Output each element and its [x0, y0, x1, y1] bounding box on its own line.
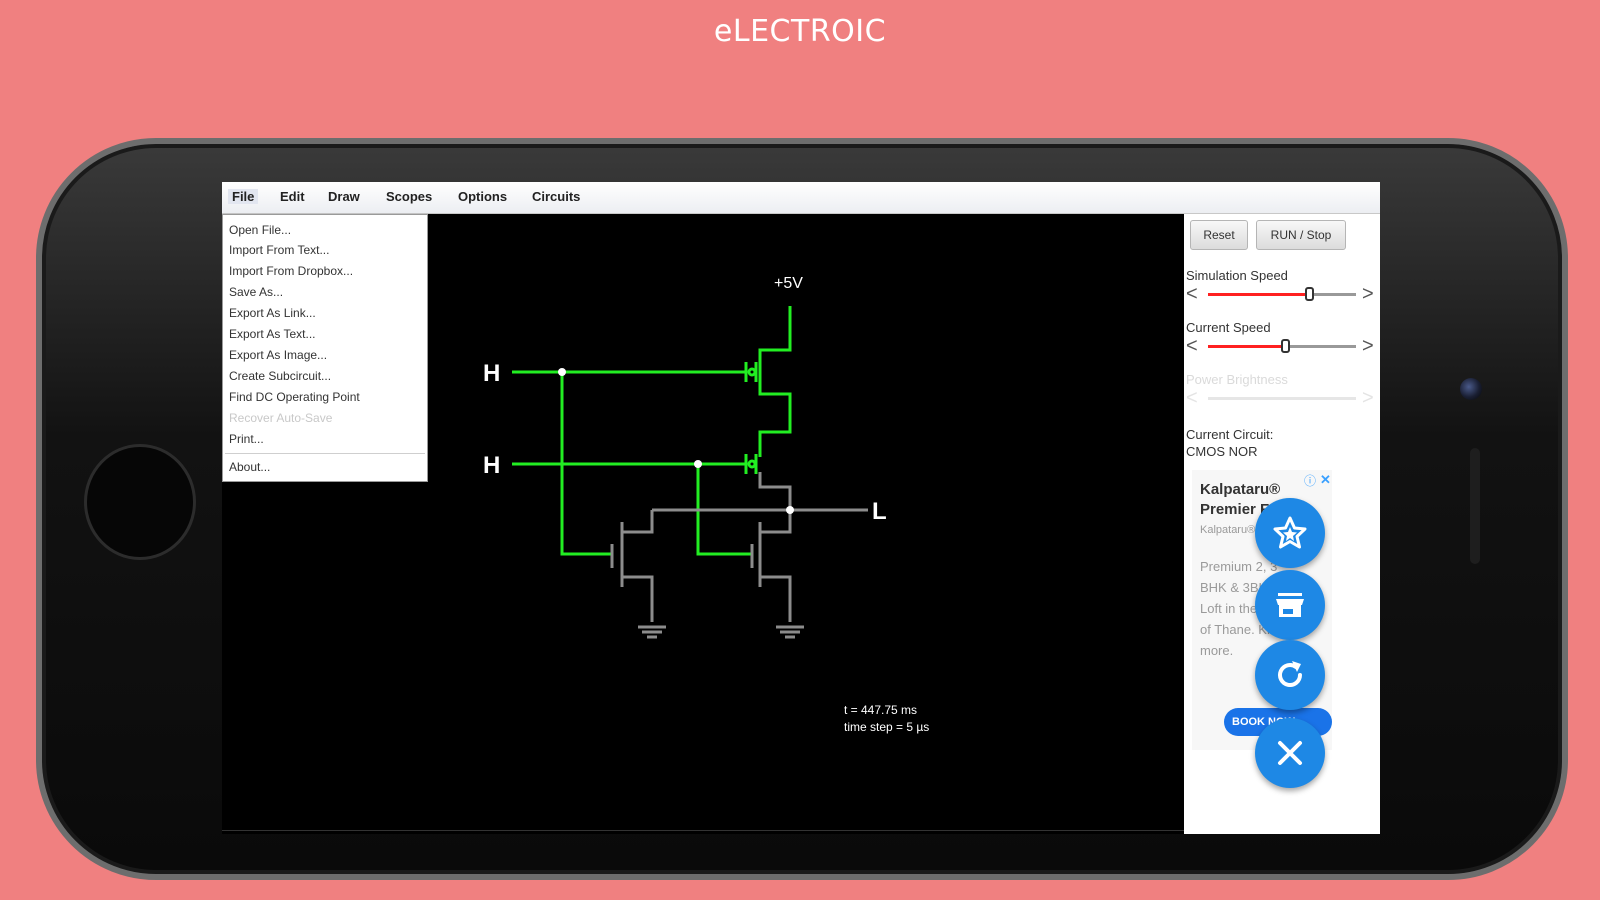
menu-draw[interactable]: Draw — [328, 189, 360, 204]
ad-brand: Kalpataru® — [1200, 524, 1256, 536]
close-icon[interactable] — [1255, 718, 1325, 788]
store-icon[interactable] — [1255, 570, 1325, 640]
menu-file[interactable]: File — [228, 189, 259, 204]
menu-item-export-text[interactable]: Export As Text... — [229, 327, 315, 341]
home-button[interactable] — [84, 444, 196, 560]
menu-edit[interactable]: Edit — [280, 189, 305, 204]
menu-item-import-dropbox[interactable]: Import From Dropbox... — [229, 264, 353, 278]
junction-dot-a — [558, 368, 566, 376]
star-icon[interactable] — [1255, 498, 1325, 568]
sim-timestep: time step = 5 µs — [844, 720, 930, 734]
menu-item-save-as[interactable]: Save As... — [229, 285, 283, 299]
supply-label: +5V — [774, 275, 803, 292]
power-brightness-label: Power Brightness — [1186, 372, 1288, 387]
menu-scopes[interactable]: Scopes — [386, 189, 432, 204]
canvas-bottom-edge — [222, 830, 1184, 831]
input-b-label[interactable]: H — [483, 452, 500, 479]
camera-icon — [1460, 378, 1482, 400]
menu-separator — [225, 453, 425, 454]
reset-button[interactable]: Reset — [1190, 220, 1248, 250]
promo-title: eLECTROIC — [713, 14, 887, 49]
current-circuit-label: Current Circuit: — [1186, 427, 1274, 442]
slider-thumb[interactable] — [1304, 287, 1314, 301]
chevron-right-icon[interactable]: > — [1362, 284, 1374, 304]
output-label: L — [872, 498, 887, 525]
sim-time: t = 447.75 ms — [844, 703, 918, 717]
menu-item-import-text[interactable]: Import From Text... — [229, 243, 329, 257]
menu-item-create-subcircuit[interactable]: Create Subcircuit... — [229, 369, 331, 383]
junction-dot-out — [786, 506, 794, 514]
simulation-speed-label: Simulation Speed — [1186, 268, 1288, 283]
power-brightness-slider — [1208, 397, 1356, 400]
simulation-speed-slider[interactable] — [1208, 287, 1356, 301]
menu-item-recover-auto-save: Recover Auto-Save — [229, 411, 333, 425]
slider-fill — [1208, 293, 1309, 296]
file-menu-dropdown: Open File... Import From Text... Import … — [222, 214, 428, 482]
input-a-label[interactable]: H — [483, 360, 500, 387]
pmos-gates — [747, 362, 758, 474]
junction-dot-b — [694, 460, 702, 468]
ad-close-icon[interactable]: ✕ — [1320, 472, 1331, 488]
simulation-info: t = 447.75 ms time step = 5 µs — [844, 702, 929, 736]
menu-circuits[interactable]: Circuits — [532, 189, 580, 204]
menu-options[interactable]: Options — [458, 189, 507, 204]
chevron-right-icon[interactable]: > — [1362, 336, 1374, 356]
menu-item-export-link[interactable]: Export As Link... — [229, 306, 316, 320]
current-speed-slider[interactable] — [1208, 339, 1356, 353]
current-circuit-info: Current Circuit: CMOS NOR — [1186, 426, 1273, 460]
app-screen: +5V H H L t = 447.75 ms time step = 5 µs… — [222, 182, 1380, 834]
chevron-left-icon[interactable]: < — [1186, 336, 1198, 356]
menu-item-about[interactable]: About... — [229, 460, 270, 474]
slider-thumb[interactable] — [1280, 339, 1290, 353]
current-circuit-name: CMOS NOR — [1186, 444, 1258, 459]
chevron-right-icon: > — [1362, 387, 1374, 409]
run-stop-button[interactable]: RUN / Stop — [1256, 220, 1346, 250]
menu-bar: File Edit Draw Scopes Options Circuits — [222, 182, 1380, 214]
chevron-left-icon[interactable]: < — [1186, 284, 1198, 304]
speaker-grille — [1470, 448, 1480, 564]
menu-item-print[interactable]: Print... — [229, 432, 264, 446]
chevron-left-icon: < — [1186, 387, 1198, 409]
refresh-icon[interactable] — [1255, 640, 1325, 710]
menu-item-find-dc-operating-point[interactable]: Find DC Operating Point — [229, 390, 360, 404]
menu-item-export-image[interactable]: Export As Image... — [229, 348, 327, 362]
menu-item-open-file[interactable]: Open File... — [229, 223, 291, 237]
slider-fill — [1208, 345, 1285, 348]
current-speed-label: Current Speed — [1186, 320, 1271, 335]
